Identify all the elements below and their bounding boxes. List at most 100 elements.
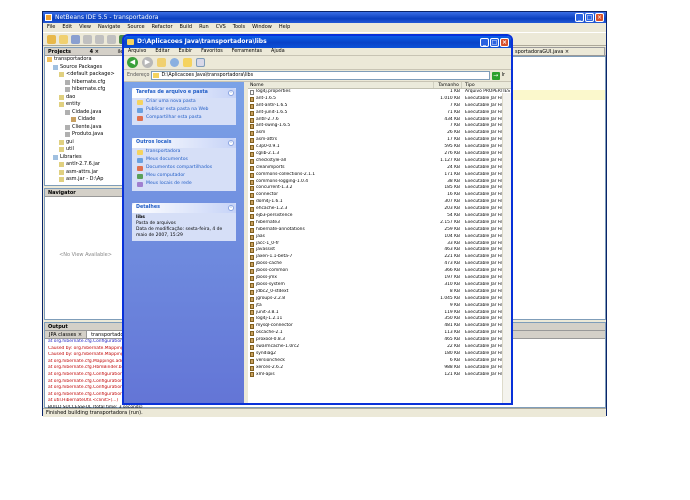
- file-row[interactable]: c3p0-0.9.1 595 KB Executable Jar File: [248, 144, 511, 151]
- task-link[interactable]: Criar uma nova pasta: [132, 98, 236, 106]
- ide-menu-help[interactable]: Help: [279, 23, 290, 32]
- task-link[interactable]: Meus locais de rede: [132, 180, 236, 188]
- file-list-scrollbar[interactable]: [502, 93, 511, 403]
- file-row[interactable]: jgroups-2.2.8 1.045 KB Executable Jar File: [248, 296, 511, 303]
- project-tree-item[interactable]: Libraries: [45, 154, 126, 162]
- close-button[interactable]: ×: [595, 13, 604, 22]
- file-row[interactable]: hibernate-annotations 259 KB Executable Ja…: [248, 227, 511, 234]
- file-row[interactable]: antlr-2.7.6 434 KB Executable Jar File: [248, 117, 511, 124]
- explorer-menu-item[interactable]: Ajuda: [271, 48, 285, 55]
- file-row[interactable]: connector 16 KB Executable Jar File: [248, 192, 511, 199]
- ide-menu-build[interactable]: Build: [180, 23, 193, 32]
- ide-menu-tools[interactable]: Tools: [233, 23, 245, 32]
- explorer-minimize-button[interactable]: _: [480, 37, 489, 47]
- explorer-menu-item[interactable]: Editar: [155, 48, 169, 55]
- project-tree-item[interactable]: Cidade.java: [45, 109, 126, 117]
- file-row[interactable]: commons-logging-1.0.4 38 KB Executable Jar…: [248, 179, 511, 186]
- copy-icon[interactable]: [95, 35, 104, 44]
- project-tree-item[interactable]: asm-attrs.jar: [45, 169, 126, 177]
- file-row[interactable]: mysql-connector 481 KB Executable Jar File: [248, 323, 511, 330]
- ide-menu-source[interactable]: Source: [127, 23, 144, 32]
- column-type-header[interactable]: Tipo: [462, 82, 511, 88]
- chevron-up-icon[interactable]: ˄: [228, 140, 234, 146]
- file-row[interactable]: asm-attrs 17 KB Executable Jar File: [248, 137, 511, 144]
- project-tree-item[interactable]: Cliente.java: [45, 124, 126, 132]
- file-row[interactable]: xml-apis 121 KB Executable Jar File: [248, 372, 511, 379]
- file-row[interactable]: cleanimports 24 KB Executable Jar File: [248, 165, 511, 172]
- go-arrow-icon[interactable]: →: [491, 71, 500, 80]
- cut-icon[interactable]: [83, 35, 92, 44]
- project-tree-item[interactable]: entity: [45, 101, 126, 109]
- file-row[interactable]: junit-3.8.1 119 KB Executable Jar File: [248, 310, 511, 317]
- project-tree-item[interactable]: antlr-2.7.6.jar: [45, 161, 126, 169]
- project-tree-item[interactable]: util: [45, 146, 126, 154]
- projects-tab-bar[interactable]: Projects 4 × iles: [45, 48, 126, 56]
- folders-icon[interactable]: [183, 58, 192, 67]
- project-tree-item[interactable]: asm.jar - D:\Ap: [45, 176, 126, 184]
- task-section-header[interactable]: Tarefas de arquivo e pasta ˄: [132, 88, 236, 98]
- explorer-menu-item[interactable]: Exibir: [179, 48, 193, 55]
- chevron-up-icon[interactable]: ˄: [228, 90, 234, 96]
- task-link[interactable]: Documentos compartilhados: [132, 164, 236, 172]
- minimize-button[interactable]: _: [575, 13, 584, 22]
- forward-arrow-icon[interactable]: ▶: [142, 57, 153, 68]
- file-row[interactable]: concurrent-1.3.2 185 KB Executable Jar Fil…: [248, 185, 511, 192]
- projects-tab[interactable]: Projects: [48, 48, 71, 55]
- ide-menu-navigate[interactable]: Navigate: [98, 23, 120, 32]
- project-tree-item[interactable]: transportadora: [45, 56, 126, 64]
- column-size-header[interactable]: Tamanho: [434, 82, 462, 88]
- ide-menu-window[interactable]: Window: [252, 23, 272, 32]
- file-row[interactable]: ant-junit-1.6.5 71 KB Executable Jar File: [248, 110, 511, 117]
- explorer-menu-item[interactable]: Favoritos: [201, 48, 223, 55]
- file-row[interactable]: swarmcache-1.0rc2 22 KB Executable Jar Fil…: [248, 344, 511, 351]
- file-row[interactable]: log4j-1.2.11 350 KB Executable Jar File: [248, 316, 511, 323]
- back-arrow-icon[interactable]: ◀: [127, 57, 138, 68]
- file-row[interactable]: asm 26 KB Executable Jar File: [248, 130, 511, 137]
- ide-title-bar[interactable]: NetBeans IDE 5.5 - transportadora _ □ ×: [43, 12, 606, 23]
- file-row[interactable]: hibernate3 2.157 KB Executable Jar File: [248, 220, 511, 227]
- file-row[interactable]: xerces-2.6.2 988 KB Executable Jar File: [248, 365, 511, 372]
- file-row[interactable]: jboss-system 310 KB Executable Jar File: [248, 282, 511, 289]
- open-project-icon[interactable]: [59, 35, 68, 44]
- task-section-header[interactable]: Outros locais ˄: [132, 138, 236, 148]
- column-name-header[interactable]: Nome: [248, 82, 434, 88]
- file-row[interactable]: jboss-jmx 197 KB Executable Jar File: [248, 275, 511, 282]
- explorer-close-button[interactable]: ×: [500, 37, 509, 47]
- project-tree-item[interactable]: hibernate.cfg: [45, 79, 126, 87]
- new-project-icon[interactable]: [47, 35, 56, 44]
- file-row[interactable]: cglib-2.1.3 276 KB Executable Jar File: [248, 151, 511, 158]
- up-folder-icon[interactable]: [157, 58, 166, 67]
- file-row[interactable]: log4j.properties 1 KB Arquivo PROPERTIES: [248, 89, 511, 96]
- file-row[interactable]: versioncheck 6 KB Executable Jar File: [248, 358, 511, 365]
- file-row[interactable]: javassist 463 KB Executable Jar File: [248, 247, 511, 254]
- project-tree-item[interactable]: dao: [45, 94, 126, 102]
- file-row[interactable]: proxool-0.8.3 465 KB Executable Jar File: [248, 337, 511, 344]
- file-row[interactable]: ant-swing-1.6.5 7 KB Executable Jar File: [248, 123, 511, 130]
- file-row[interactable]: jdbc2_0-stdext 8 KB Executable Jar File: [248, 289, 511, 296]
- ide-menu-file[interactable]: File: [47, 23, 55, 32]
- project-tree-item[interactable]: hibernate.cfg: [45, 86, 126, 94]
- file-row[interactable]: ejb3-persistence 54 KB Executable Jar File: [248, 213, 511, 220]
- file-row[interactable]: jboss-common 366 KB Executable Jar File: [248, 268, 511, 275]
- file-row[interactable]: jboss-cache 473 KB Executable Jar File: [248, 261, 511, 268]
- project-tree-item[interactable]: Source Packages: [45, 64, 126, 72]
- file-row[interactable]: jta 9 KB Executable Jar File: [248, 303, 511, 310]
- project-tree-item[interactable]: <default package>: [45, 71, 126, 79]
- task-link[interactable]: transportadora: [132, 148, 236, 156]
- ide-menu-edit[interactable]: Edit: [62, 23, 72, 32]
- maximize-button[interactable]: □: [585, 13, 594, 22]
- file-row[interactable]: checkstyle-all 1.127 KB Executable Jar Fil…: [248, 158, 511, 165]
- explorer-title-bar[interactable]: D:\Aplicacoes Java\transportadora\libs _…: [124, 36, 511, 48]
- explorer-maximize-button[interactable]: □: [490, 37, 499, 47]
- file-row[interactable]: ehcache-1.2.3 203 KB Executable Jar File: [248, 206, 511, 213]
- file-row[interactable]: syndiag2 180 KB Executable Jar File: [248, 351, 511, 358]
- ide-menu-run[interactable]: Run: [199, 23, 209, 32]
- file-row[interactable]: jaas 104 KB Executable Jar File: [248, 234, 511, 241]
- file-row[interactable]: ant-antlr-1.6.5 7 KB Executable Jar File: [248, 103, 511, 110]
- task-link[interactable]: Publicar esta pasta na Web: [132, 106, 236, 114]
- explorer-menu-item[interactable]: Ferramentas: [232, 48, 262, 55]
- paste-icon[interactable]: [107, 35, 116, 44]
- file-row[interactable]: ant-1.6.5 1.010 KB Executable Jar File: [248, 96, 511, 103]
- task-link[interactable]: Meu computador: [132, 172, 236, 180]
- task-link[interactable]: Meus documentos: [132, 156, 236, 164]
